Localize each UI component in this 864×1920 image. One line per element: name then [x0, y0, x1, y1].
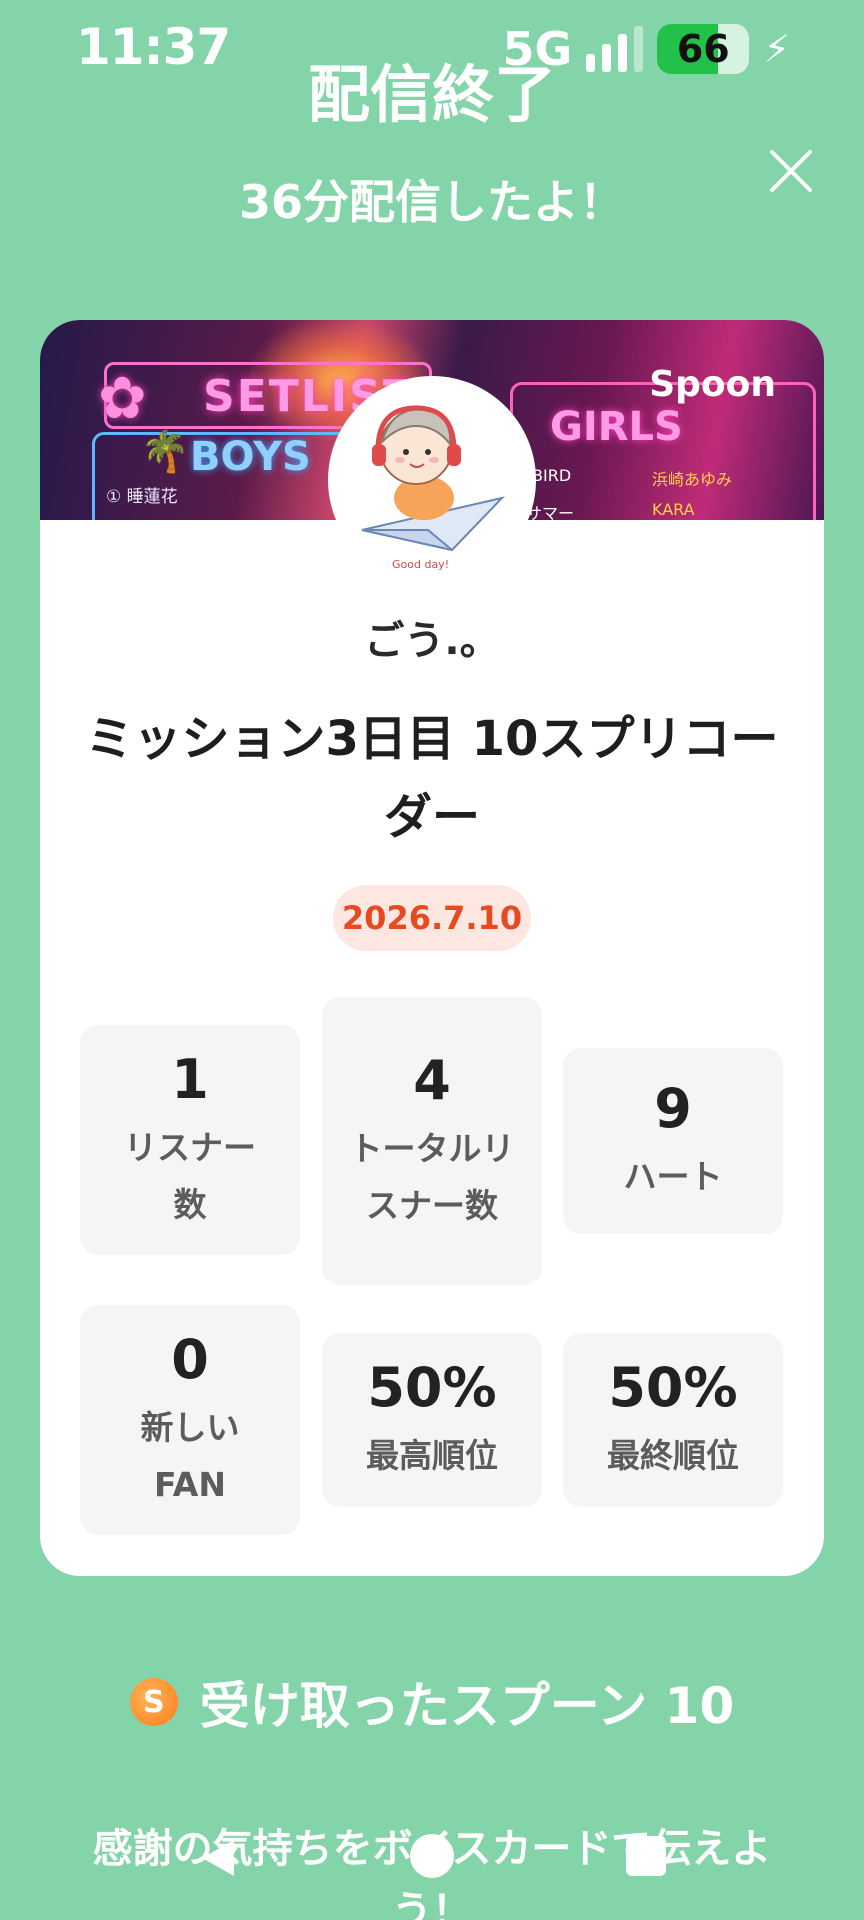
close-button[interactable] — [766, 146, 816, 196]
back-icon[interactable] — [196, 1836, 240, 1880]
stat-final-rank: 50% 最終順位 — [563, 1333, 783, 1507]
stat-label: ハート — [623, 1157, 723, 1196]
hibiscus-icon: ✿ — [98, 364, 147, 432]
stat-value: 50% — [608, 1356, 738, 1419]
stat-label: 新しいFAN — [140, 1407, 240, 1504]
stat-label: 最高順位 — [366, 1436, 498, 1475]
stat-hearts: 9 ハート — [563, 1048, 783, 1234]
stat-value: 0 — [171, 1327, 209, 1391]
spoon-logo: Spoon — [649, 364, 776, 405]
palm-icon: 🌴 — [140, 429, 190, 475]
received-spoons-text: 受け取ったスプーン 10 — [199, 1677, 735, 1735]
stat-value: 50% — [367, 1356, 497, 1419]
page-title: 配信終了 — [307, 58, 556, 131]
broadcast-duration: 36分配信したよ！ — [238, 175, 625, 229]
close-icon — [770, 150, 812, 192]
banner-girls-row1-artist: 浜崎あゆみ — [652, 470, 733, 489]
banner-girls-row2-title: サマー — [526, 504, 575, 520]
summary-card: SETLIST ✿ 🌴 BOYS ① 睡蓮花 GIRLS BIRD 浜崎あゆみ … — [40, 320, 824, 1576]
home-icon[interactable] — [410, 1834, 454, 1878]
date-badge: 2026.7.10 — [333, 885, 531, 951]
banner-girls-row1-title: BIRD — [532, 466, 572, 485]
stat-value: 9 — [654, 1077, 692, 1140]
avatar-illustration: Good day! — [332, 380, 532, 580]
banner-girls-row2-artist: KARA — [652, 500, 695, 519]
banner-boys-text: BOYS — [190, 434, 311, 480]
stat-label: 最終順位 — [607, 1436, 739, 1475]
stat-highest-rank: 50% 最高順位 — [322, 1333, 542, 1507]
system-nav-bar — [0, 1832, 864, 1892]
stat-value: 1 — [171, 1047, 209, 1111]
stat-value: 4 — [413, 1048, 451, 1112]
avatar-caption: Good day! — [392, 558, 449, 571]
stat-label: リスナー数 — [124, 1127, 256, 1224]
received-spoons: S 受け取ったスプーン 10 — [0, 1666, 864, 1738]
stat-listeners: 1 リスナー数 — [80, 1025, 300, 1255]
live-title: ミッション3日目 10スプリコーダー — [85, 711, 779, 845]
banner-girls-text: GIRLS — [550, 404, 683, 450]
stat-label: トータルリスナー数 — [349, 1128, 515, 1225]
banner-boys-row: ① 睡蓮花 — [106, 487, 178, 507]
avatar[interactable]: Good day! — [332, 380, 532, 580]
user-name: ごう.。 — [364, 618, 500, 664]
recents-icon[interactable] — [626, 1836, 666, 1876]
stat-total-listeners: 4 トータルリスナー数 — [322, 997, 542, 1285]
spoon-coin-icon: S — [129, 1678, 178, 1726]
stat-new-fans: 0 新しいFAN — [80, 1305, 300, 1535]
